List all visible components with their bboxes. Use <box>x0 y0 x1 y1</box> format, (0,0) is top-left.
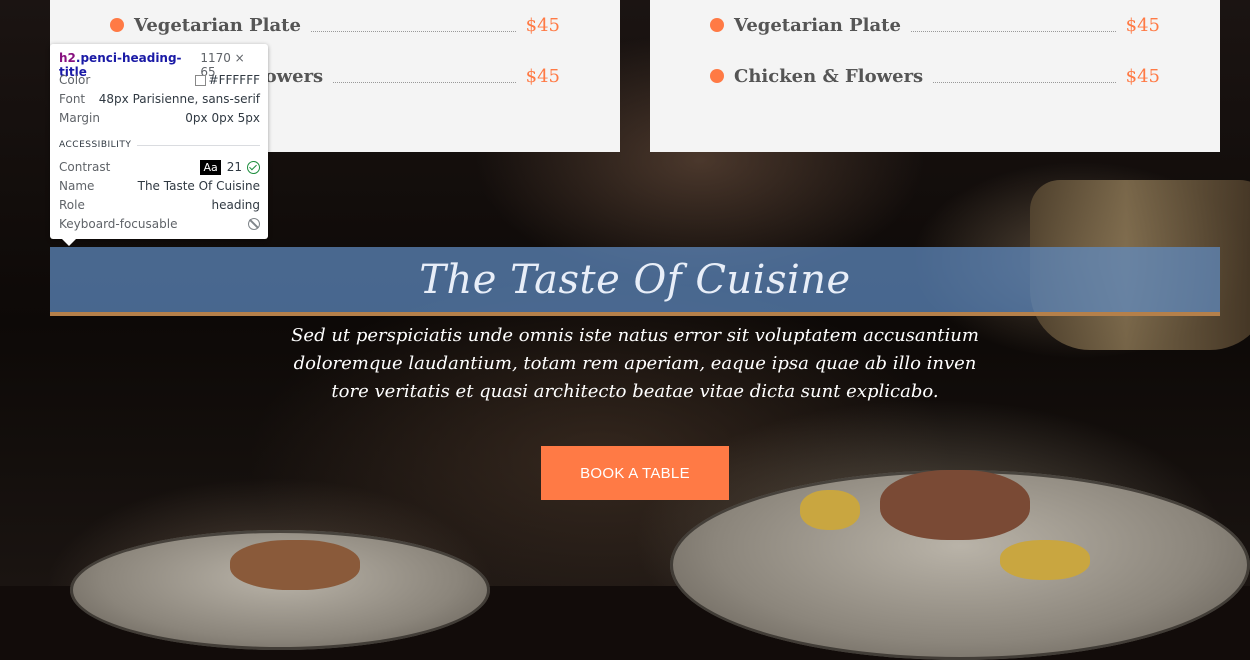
check-circle-icon <box>247 160 260 174</box>
row-value: heading <box>211 198 260 212</box>
bullet-dot-icon <box>710 69 724 83</box>
row-value <box>248 218 260 230</box>
tooltip-row-color: Color #FFFFFF <box>59 71 260 89</box>
row-value: The Taste Of Cuisine <box>137 179 260 193</box>
row-value: Aa 21 <box>200 159 260 175</box>
dotted-leader <box>333 81 516 83</box>
description-line: Sed ut perspiciatis unde omnis iste natu… <box>291 325 979 346</box>
tooltip-row-focusable: Keyboard-focusable <box>59 215 260 233</box>
heading-highlight-band: The Taste Of Cuisine <box>50 247 1220 316</box>
row-label: Color <box>59 73 91 87</box>
bullet-dot-icon <box>110 18 124 32</box>
food-dish <box>230 540 360 590</box>
tooltip-row-margin: Margin 0px 0px 5px <box>59 109 260 127</box>
color-swatch-icon <box>194 74 206 86</box>
color-value: #FFFFFF <box>208 73 260 87</box>
row-label: Margin <box>59 111 100 125</box>
row-label: Font <box>59 92 86 106</box>
selector-tag: h2 <box>59 51 76 65</box>
food-meat <box>880 470 1030 540</box>
section-label: ACCESSIBILITY <box>59 140 132 150</box>
menu-item-name: Vegetarian Plate <box>134 14 301 36</box>
menu-item-price: $45 <box>1125 65 1160 87</box>
description-line: doloremque laudantium, totam rem aperiam… <box>293 353 977 374</box>
tooltip-row-name: Name The Taste Of Cuisine <box>59 177 260 195</box>
food-potato <box>800 490 860 530</box>
contrast-value: 21 <box>226 160 242 174</box>
row-label: Keyboard-focusable <box>59 217 178 231</box>
tooltip-row-contrast: Contrast Aa 21 <box>59 158 260 176</box>
devtools-inspect-tooltip: h2.penci-heading-title 1170 × 65 Color #… <box>50 44 268 246</box>
menu-item-price: $45 <box>1125 14 1160 36</box>
contrast-badge: Aa <box>200 159 221 175</box>
row-value: 0px 0px 5px <box>185 111 260 125</box>
tooltip-row-role: Role heading <box>59 196 260 214</box>
bullet-dot-icon <box>710 18 724 32</box>
book-a-table-button[interactable]: BOOK A TABLE <box>541 446 729 500</box>
tooltip-row-font: Font 48px Parisienne, sans-serif <box>59 90 260 108</box>
row-label: Contrast <box>59 160 111 174</box>
menu-item-price: $45 <box>525 65 560 87</box>
menu-item: Chicken & Flowers $45 <box>710 61 1160 91</box>
dotted-leader <box>933 81 1116 83</box>
dotted-leader <box>910 30 1116 32</box>
row-label: Role <box>59 198 85 212</box>
food-potato <box>1000 540 1090 580</box>
description-line: tore veritatis et quasi architecto beata… <box>331 381 939 402</box>
section-heading-title: The Taste Of Cuisine <box>419 256 851 303</box>
row-value: 48px Parisienne, sans-serif <box>98 92 260 106</box>
section-description: Sed ut perspiciatis unde omnis iste natu… <box>290 322 980 406</box>
menu-item: Vegetarian Plate $45 <box>110 10 560 40</box>
menu-item-name: Vegetarian Plate <box>734 14 901 36</box>
not-allowed-icon <box>248 218 260 230</box>
menu-item: Vegetarian Plate $45 <box>710 10 1160 40</box>
row-label: Name <box>59 179 95 193</box>
dotted-leader <box>310 30 516 32</box>
accessibility-section-header: ACCESSIBILITY <box>59 140 260 150</box>
row-value: #FFFFFF <box>194 73 260 87</box>
menu-item-name: Chicken & Flowers <box>734 65 924 87</box>
menu-card-right: Vegetarian Plate $45 Chicken & Flowers $… <box>650 0 1220 152</box>
menu-item-price: $45 <box>525 14 560 36</box>
section-divider <box>137 144 260 146</box>
